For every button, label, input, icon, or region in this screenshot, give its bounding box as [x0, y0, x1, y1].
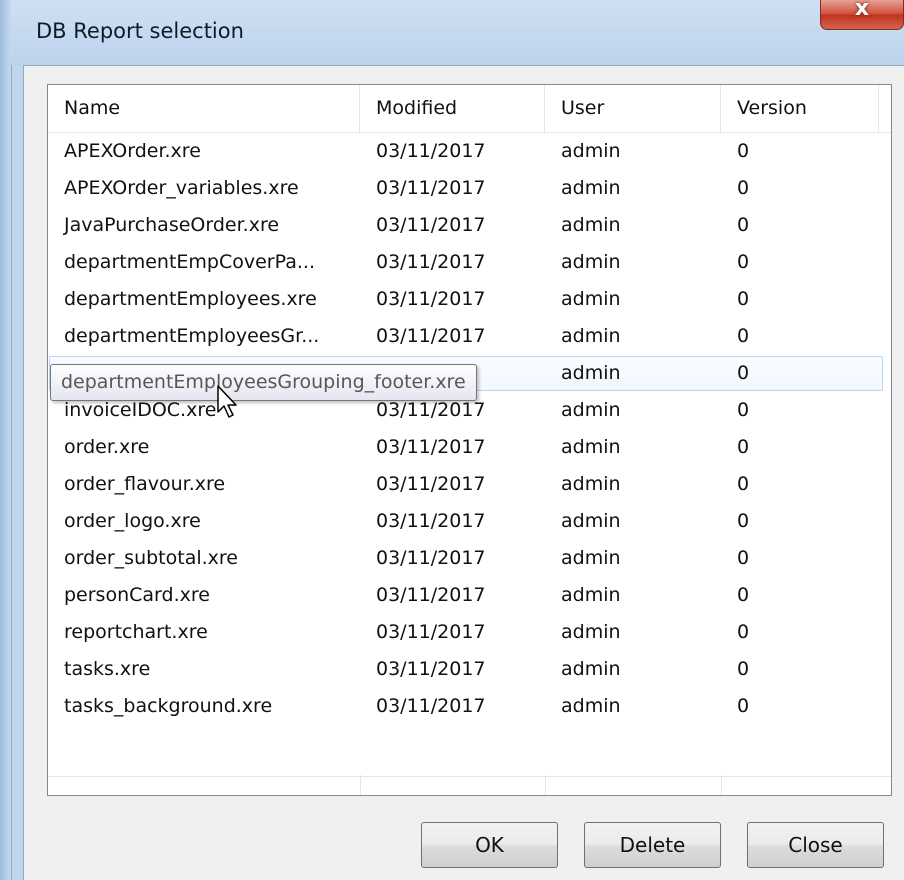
cell-modified: 03/11/2017 [376, 325, 486, 347]
cell-user: admin [561, 362, 621, 384]
cell-version: 0 [737, 547, 750, 569]
cell-version: 0 [737, 140, 750, 162]
cell-user: admin [561, 214, 621, 236]
cell-modified: 03/11/2017 [376, 473, 486, 495]
cell-modified: 03/11/2017 [376, 288, 486, 310]
cell-version: 0 [737, 436, 750, 458]
cell-modified: 03/11/2017 [376, 584, 486, 606]
list-header: Name Modified User Version [48, 85, 891, 133]
cell-user: admin [561, 584, 621, 606]
cell-user: admin [561, 177, 621, 199]
column-header-user[interactable]: User [545, 85, 721, 132]
name-tooltip: departmentEmployeesGrouping_footer.xre [50, 364, 477, 401]
cell-version: 0 [737, 214, 750, 236]
cell-name: departmentEmpCoverPa... [64, 251, 315, 273]
cell-version: 0 [737, 584, 750, 606]
table-row[interactable]: order_flavour.xre 03/11/2017 admin 0 [48, 466, 891, 503]
cell-user: admin [561, 695, 621, 717]
cell-version: 0 [737, 658, 750, 680]
column-header-version[interactable]: Version [721, 85, 879, 132]
cell-name: tasks_background.xre [64, 695, 273, 717]
cell-version: 0 [737, 325, 750, 347]
column-header-modified[interactable]: Modified [360, 85, 545, 132]
report-list[interactable]: Name Modified User Version APEXOrder.xre… [47, 84, 892, 796]
cell-user: admin [561, 621, 621, 643]
cell-modified: 03/11/2017 [376, 251, 486, 273]
cell-version: 0 [737, 399, 750, 421]
cell-user: admin [561, 547, 621, 569]
cell-modified: 03/11/2017 [376, 547, 486, 569]
cell-name: personCard.xre [64, 584, 210, 606]
cell-modified: 03/11/2017 [376, 658, 486, 680]
cell-version: 0 [737, 695, 750, 717]
table-row[interactable]: departmentEmpCoverPa... 03/11/2017 admin 0 [48, 244, 891, 281]
table-row[interactable]: APEXOrder.xre 03/11/2017 admin 0 [48, 133, 891, 170]
table-row[interactable]: departmentEmployees.xre 03/11/2017 admin 0 [48, 281, 891, 318]
column-divider [360, 775, 361, 795]
cell-user: admin [561, 325, 621, 347]
cell-user: admin [561, 399, 621, 421]
cell-modified: 03/11/2017 [376, 177, 486, 199]
cell-name: order_subtotal.xre [64, 547, 238, 569]
cell-name: order.xre [64, 436, 150, 458]
cell-name: reportchart.xre [64, 621, 208, 643]
cell-version: 0 [737, 251, 750, 273]
table-row[interactable]: JavaPurchaseOrder.xre 03/11/2017 admin 0 [48, 207, 891, 244]
mouse-cursor-icon [217, 385, 237, 418]
cell-modified: 03/11/2017 [376, 621, 486, 643]
cell-user: admin [561, 510, 621, 532]
table-row[interactable]: departmentEmployeesGr... 03/11/2017 admin 0 [48, 318, 891, 355]
column-divider [545, 775, 546, 795]
cell-version: 0 [737, 510, 750, 532]
window-close-button[interactable]: x [820, 0, 904, 30]
table-row[interactable]: personCard.xre 03/11/2017 admin 0 [48, 577, 891, 614]
close-button[interactable]: Close [747, 822, 884, 868]
cell-user: admin [561, 140, 621, 162]
cell-name: order_logo.xre [64, 510, 201, 532]
table-row[interactable]: order_logo.xre 03/11/2017 admin 0 [48, 503, 891, 540]
cell-modified: 03/11/2017 [376, 695, 486, 717]
cell-user: admin [561, 473, 621, 495]
table-row[interactable]: tasks.xre 03/11/2017 admin 0 [48, 651, 891, 688]
cell-user: admin [561, 436, 621, 458]
cell-name: APEXOrder.xre [64, 140, 201, 162]
table-row[interactable]: APEXOrder_variables.xre 03/11/2017 admin 0 [48, 170, 891, 207]
table-row[interactable]: order_subtotal.xre 03/11/2017 admin 0 [48, 540, 891, 577]
delete-button[interactable]: Delete [584, 822, 721, 868]
cell-name: order_flavour.xre [64, 473, 226, 495]
title-bar[interactable]: DB Report selection [11, 0, 904, 65]
cell-modified: 03/11/2017 [376, 436, 486, 458]
close-icon: x [854, 0, 870, 21]
cell-name: tasks.xre [64, 658, 151, 680]
cell-version: 0 [737, 473, 750, 495]
cell-modified: 03/11/2017 [376, 214, 486, 236]
cell-name: APEXOrder_variables.xre [64, 177, 299, 199]
dialog-window: DB Report selection x Name Modified User… [0, 0, 904, 880]
ok-button[interactable]: OK [421, 822, 558, 868]
cell-modified: 03/11/2017 [376, 140, 486, 162]
column-divider [721, 775, 722, 795]
cell-name: JavaPurchaseOrder.xre [64, 214, 280, 236]
cell-name: departmentEmployeesGr... [64, 325, 320, 347]
window-frame-left [0, 0, 12, 880]
column-header-name[interactable]: Name [48, 85, 360, 132]
cell-name: departmentEmployees.xre [64, 288, 317, 310]
cell-version: 0 [737, 288, 750, 310]
cell-modified: 03/11/2017 [376, 510, 486, 532]
cell-user: admin [561, 251, 621, 273]
table-row[interactable]: order.xre 03/11/2017 admin 0 [48, 429, 891, 466]
list-empty-row-divider [48, 776, 891, 777]
cell-version: 0 [737, 362, 750, 384]
cell-version: 0 [737, 177, 750, 199]
cell-version: 0 [737, 621, 750, 643]
cell-user: admin [561, 658, 621, 680]
table-row[interactable]: tasks_background.xre 03/11/2017 admin 0 [48, 688, 891, 725]
table-row[interactable]: reportchart.xre 03/11/2017 admin 0 [48, 614, 891, 651]
cell-user: admin [561, 288, 621, 310]
window-title: DB Report selection [36, 19, 244, 43]
